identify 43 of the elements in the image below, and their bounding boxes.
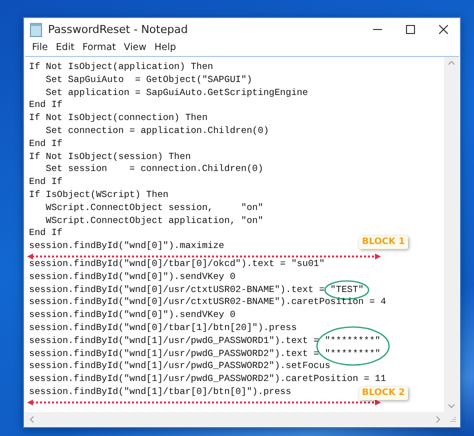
- code-line: session.findById("wnd[0]").sendVKey 0: [29, 309, 236, 322]
- menu-item[interactable]: Help: [150, 42, 180, 53]
- code-line: WScript.ConnectObject session, "on": [44, 202, 264, 215]
- code-line: session.findById("wnd[0]/usr/ctxtUSR02-BNAME").caretPosition = 4: [29, 296, 388, 310]
- code-line: WScript.ConnectObject application, "on": [44, 214, 264, 228]
- code-line: session.findById("wnd[1]/tbar[0]/btn[0]").press BLOCK 2: [29, 386, 444, 399]
- code-line: session.findById("wnd[0]/usr/ctxtUSR02-BNAME").text = "TEST": [29, 284, 444, 296]
- horizontal-scrollbar[interactable]: [25, 412, 459, 426]
- code-line: session.findById("wnd[1]/usr/pwdG_PASSWORD2").text = "********": [29, 348, 382, 360]
- menu-item[interactable]: Format: [78, 42, 120, 53]
- code-line: session.findById("wnd[1]/usr/pwdG_PASSWORD2").caretPosition = 11: [29, 373, 388, 386]
- vertical-scrollbar[interactable]: [444, 57, 459, 412]
- code-line: If Not IsObject(connection) Then: [29, 112, 209, 125]
- code-line: Set session = connection.Children(0): [44, 163, 264, 176]
- scroll-right-icon[interactable]: [436, 416, 441, 422]
- notepad-icon: [30, 22, 42, 36]
- code-line: If Not IsObject(session) Then: [29, 150, 192, 164]
- code-line: session.findById("wnd[0]").sendVKey 0: [29, 270, 236, 284]
- code-line: Set SapGuiAuto = GetObject("SAPGUI"): [44, 74, 254, 87]
- maximize-icon: [406, 25, 415, 34]
- scroll-down-icon[interactable]: [448, 404, 455, 409]
- close-icon: [439, 25, 448, 34]
- block-label: BLOCK 2: [359, 386, 408, 400]
- scroll-left-icon[interactable]: [29, 416, 34, 422]
- code-line: Set connection = application.Children(0): [44, 124, 270, 138]
- code-line: End If: [29, 227, 64, 240]
- window-title: PasswordReset - Notepad: [48, 23, 189, 36]
- minimize-icon: [373, 29, 382, 30]
- resize-grip-icon[interactable]: [449, 416, 456, 422]
- menu-item[interactable]: View: [120, 42, 150, 53]
- code-line: session.findById("wnd[0]/tbar[0]/okcd").text = "su01": [29, 258, 326, 271]
- code-line: session.findById("wnd[0]/tbar[1]/btn[20]").press: [29, 322, 298, 335]
- code-line: If IsObject(WScript) Then: [29, 188, 170, 202]
- menu-item[interactable]: File: [28, 42, 52, 53]
- menu-item[interactable]: Edit: [52, 42, 78, 53]
- code-line: Set application = SapGuiAuto.GetScriptingEngine: [44, 86, 309, 100]
- code-line: End If: [29, 138, 64, 151]
- scroll-up-icon[interactable]: [448, 60, 455, 65]
- code-line: End If: [29, 176, 64, 189]
- block-label: BLOCK 1: [359, 236, 408, 250]
- code-line: session.findById("wnd[1]/usr/pwdG_PASSWORD2").setFocus: [29, 360, 332, 374]
- code-line: End If: [29, 99, 64, 112]
- code-line: If Not IsObject(application) Then: [29, 61, 214, 74]
